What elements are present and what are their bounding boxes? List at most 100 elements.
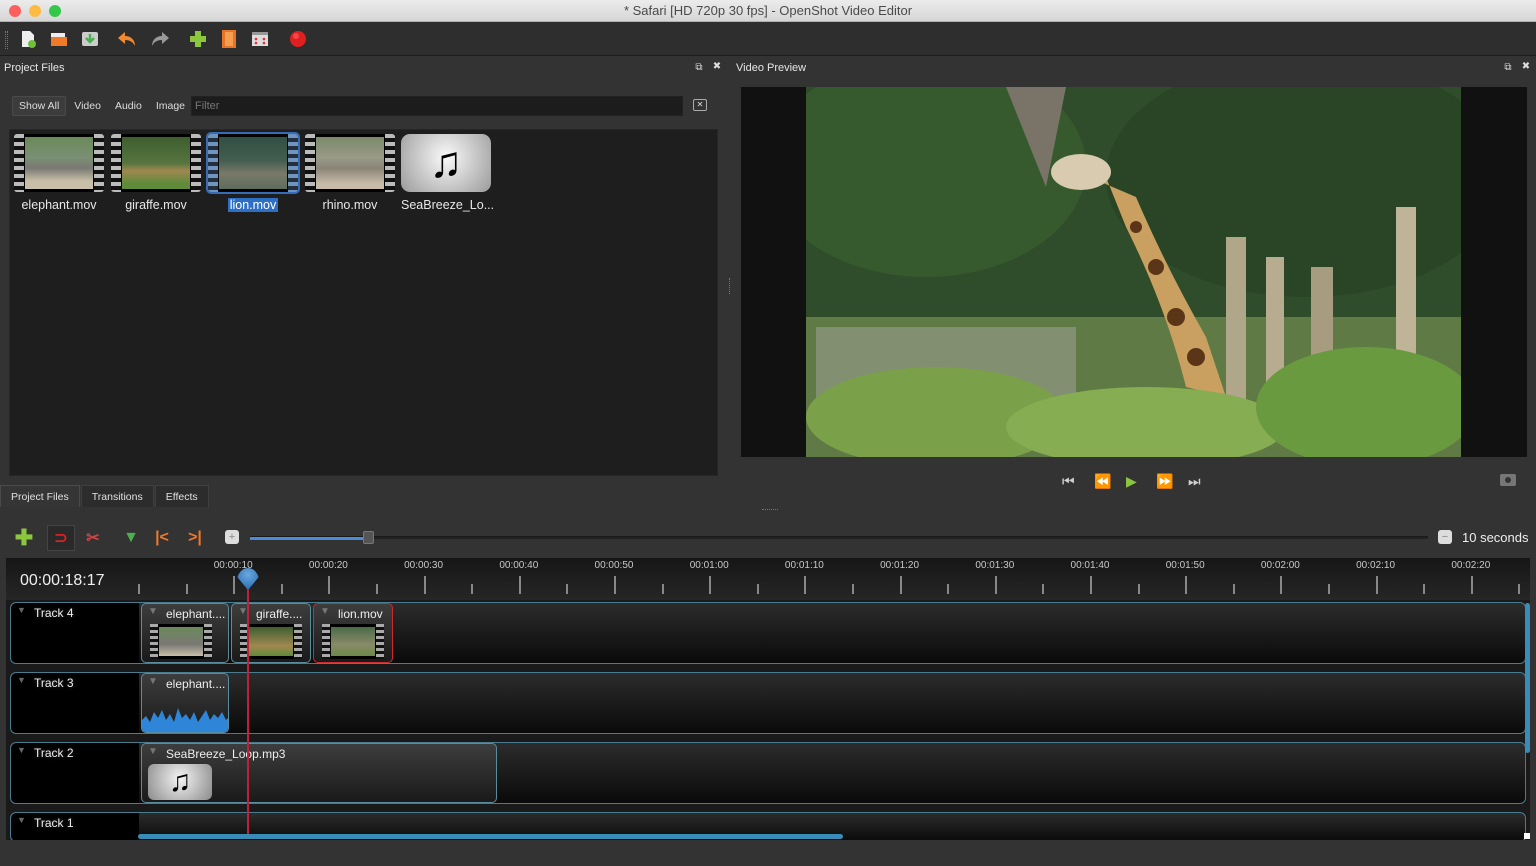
save-icon bbox=[82, 32, 98, 46]
ruler-label: 00:00:30 bbox=[404, 560, 444, 571]
magnet-icon: ⊃ bbox=[54, 530, 68, 547]
save-project-button[interactable] bbox=[79, 28, 101, 50]
redo-button[interactable] bbox=[149, 28, 171, 50]
splitter-handle-horizontal[interactable] bbox=[762, 509, 778, 512]
jump-start-button[interactable]: ⏮ bbox=[1062, 473, 1075, 490]
float-icon: ⧉ bbox=[1504, 62, 1512, 73]
track-header[interactable]: ▼ Track 2 bbox=[11, 743, 139, 803]
timeline-vertical-scrollbar[interactable] bbox=[1525, 603, 1530, 753]
play-button[interactable]: ▶ bbox=[1126, 473, 1137, 490]
razor-tool-button[interactable]: ✂ bbox=[82, 527, 104, 549]
filter-show-all[interactable]: Show All bbox=[12, 96, 67, 116]
filter-image[interactable]: Image bbox=[150, 97, 191, 115]
ruler-minor-tick bbox=[1328, 584, 1330, 594]
clip-seabreeze[interactable]: ▼ SeaBreeze_Loop.mp3 ♫ bbox=[141, 743, 497, 803]
tab-project-files[interactable]: Project Files bbox=[0, 485, 80, 507]
zoom-slider[interactable] bbox=[250, 531, 1428, 544]
previous-marker-button[interactable]: |< bbox=[151, 527, 173, 549]
timeline-ruler[interactable]: 00:00:18:17 00:00:10 00:00:20 00:00:30 00:0… bbox=[6, 558, 1530, 600]
rewind-icon: ⏪ bbox=[1094, 473, 1112, 489]
track-2[interactable]: ▼ Track 2 ▼ SeaBreeze_Loop.mp3 ♫ bbox=[10, 742, 1526, 804]
ruler-label: 00:01:00 bbox=[689, 560, 729, 571]
tab-transitions[interactable]: Transitions bbox=[80, 485, 154, 507]
splitter-handle[interactable] bbox=[729, 278, 732, 294]
ruler-major-tick bbox=[233, 576, 236, 594]
zoom-slider-handle[interactable] bbox=[362, 531, 374, 544]
project-files-float-button[interactable]: ⧉ bbox=[693, 62, 705, 73]
ruler-label: 00:01:30 bbox=[975, 560, 1015, 571]
new-file-icon bbox=[22, 31, 36, 48]
fullscreen-button[interactable] bbox=[249, 28, 271, 50]
video-thumbnail bbox=[111, 134, 201, 192]
file-name: lion.mov bbox=[227, 198, 279, 212]
video-thumbnail bbox=[14, 134, 104, 192]
zoom-level-label: 10 seconds bbox=[1462, 530, 1529, 545]
project-files-title: Project Files bbox=[4, 62, 65, 74]
file-item-lion[interactable]: lion.mov bbox=[206, 132, 300, 214]
video-preview-close-button[interactable]: ✖ bbox=[1520, 61, 1532, 72]
filter-tabs: Show All Video Audio Image bbox=[12, 96, 193, 116]
close-icon: ✖ bbox=[712, 61, 722, 72]
window-minimize-button[interactable] bbox=[29, 5, 41, 17]
tab-effects[interactable]: Effects bbox=[154, 485, 209, 507]
playhead-line[interactable] bbox=[247, 582, 249, 834]
window-close-button[interactable] bbox=[9, 5, 21, 17]
ruler-minor-tick bbox=[471, 584, 474, 594]
filter-audio[interactable]: Audio bbox=[109, 97, 148, 115]
clip-giraffe[interactable]: ▼ giraffe.... bbox=[231, 603, 311, 663]
file-item-giraffe[interactable]: giraffe.mov bbox=[109, 134, 203, 214]
timeline-horizontal-scrollbar[interactable] bbox=[138, 834, 843, 839]
ruler-label: 00:02:10 bbox=[1356, 560, 1396, 571]
video-preview[interactable] bbox=[741, 87, 1527, 457]
snapshot-button[interactable] bbox=[1500, 474, 1516, 486]
next-marker-button[interactable]: >| bbox=[184, 527, 206, 549]
zoom-in-button[interactable]: + bbox=[225, 530, 239, 544]
file-item-seabreeze[interactable]: ♫ SeaBreeze_Lo... bbox=[399, 134, 494, 214]
rewind-button[interactable]: ⏪ bbox=[1094, 473, 1111, 490]
new-project-button[interactable] bbox=[17, 28, 39, 50]
export-video-button[interactable] bbox=[287, 28, 309, 50]
add-track-button[interactable]: ✚ bbox=[13, 525, 35, 550]
close-icon: ✖ bbox=[1521, 61, 1531, 72]
clip-lion[interactable]: ▼ lion.mov bbox=[313, 603, 393, 663]
video-thumbnail bbox=[305, 134, 395, 192]
zoom-out-button[interactable]: − bbox=[1438, 530, 1452, 544]
import-files-button[interactable] bbox=[187, 28, 209, 50]
clip-title: elephant.... bbox=[166, 677, 226, 691]
track-header[interactable]: ▼ Track 4 bbox=[11, 603, 139, 663]
snapping-toggle[interactable]: ⊃ bbox=[47, 525, 75, 551]
file-item-rhino[interactable]: rhino.mov bbox=[303, 134, 397, 214]
clip-elephant[interactable]: ▼ elephant.... bbox=[141, 603, 229, 663]
ruler-label: 00:01:50 bbox=[1165, 560, 1205, 571]
fast-forward-button[interactable]: ⏩ bbox=[1156, 473, 1173, 490]
choose-profile-button[interactable] bbox=[218, 28, 240, 50]
clip-elephant-audio[interactable]: ▼ elephant.... bbox=[141, 673, 229, 733]
main-toolbar bbox=[0, 22, 1536, 56]
file-item-elephant[interactable]: elephant.mov bbox=[12, 134, 106, 214]
status-bar bbox=[0, 840, 1536, 866]
ruler-minor-tick bbox=[1042, 584, 1045, 594]
clear-filter-button[interactable]: ✕ bbox=[693, 99, 707, 111]
ruler-major-tick bbox=[1375, 576, 1378, 594]
track-3[interactable]: ▼ Track 3 ▼ elephant.... bbox=[10, 672, 1526, 734]
window-title: * Safari [HD 720p 30 fps] - OpenShot Vid… bbox=[623, 3, 913, 18]
undo-button[interactable] bbox=[116, 28, 138, 50]
toolbar-grip[interactable] bbox=[5, 31, 8, 49]
open-project-button[interactable] bbox=[48, 28, 70, 50]
jump-end-button[interactable]: ⏭ bbox=[1188, 473, 1201, 490]
zoom-out-icon: − bbox=[1441, 531, 1449, 543]
track-header[interactable]: ▼ Track 1 bbox=[11, 813, 139, 841]
filter-input[interactable]: Filter bbox=[191, 96, 683, 116]
camera-icon bbox=[1505, 477, 1511, 483]
track-header[interactable]: ▼ Track 3 bbox=[11, 673, 139, 733]
window-maximize-button[interactable] bbox=[49, 5, 61, 17]
track-4[interactable]: ▼ Track 4 ▼ elephant.... ▼ giraffe.... ▼… bbox=[10, 602, 1526, 664]
project-files-close-button[interactable]: ✖ bbox=[711, 61, 723, 72]
filter-video[interactable]: Video bbox=[68, 97, 107, 115]
clip-title: SeaBreeze_Loop.mp3 bbox=[166, 747, 286, 761]
add-marker-button[interactable]: ▼ bbox=[120, 527, 142, 549]
video-preview-float-button[interactable]: ⧉ bbox=[1502, 62, 1514, 73]
ruler-major-tick bbox=[994, 576, 997, 594]
ruler-label: 00:01:20 bbox=[880, 560, 920, 571]
ruler-minor-tick bbox=[1137, 584, 1140, 594]
